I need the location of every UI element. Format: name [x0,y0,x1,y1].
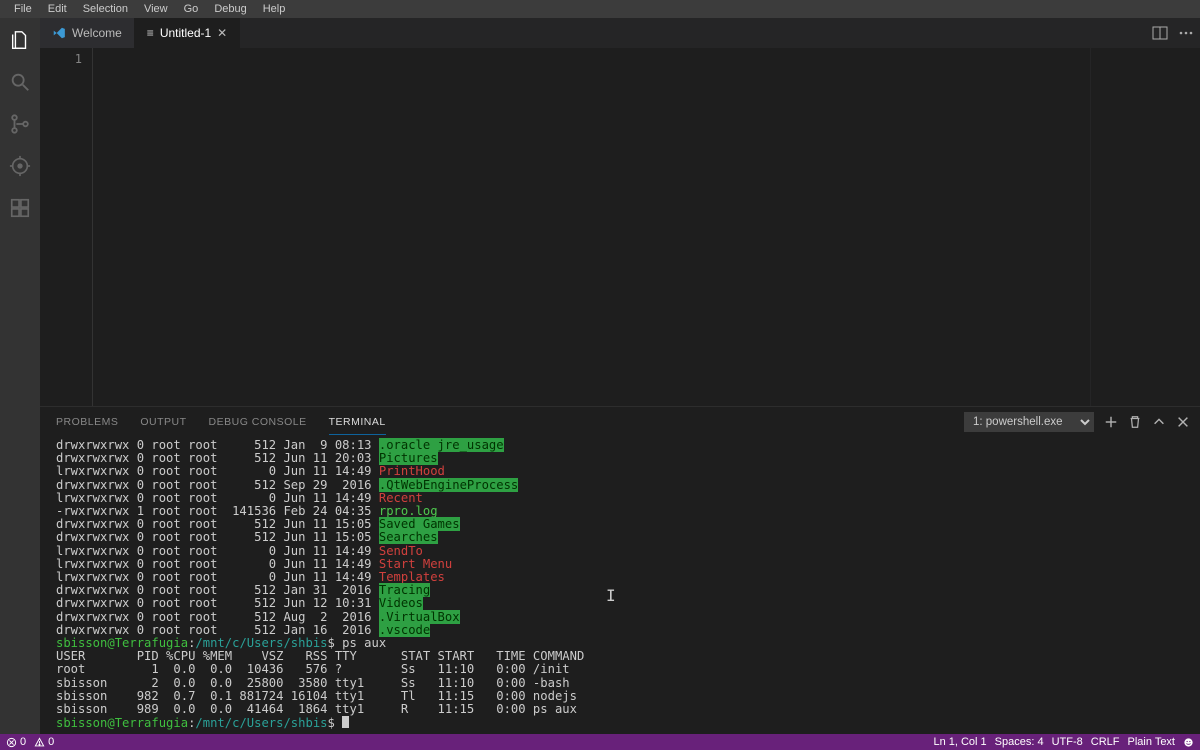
tab-welcome[interactable]: Welcome [40,18,135,48]
menu-selection[interactable]: Selection [75,1,136,17]
tab-bar: Welcome ≡ Untitled-1 ✕ [40,18,1200,48]
close-tab-icon[interactable]: ✕ [217,26,227,40]
close-panel-icon[interactable] [1176,415,1190,429]
tab-untitled-1[interactable]: ≡ Untitled-1 ✕ [135,18,240,48]
status-line-col[interactable]: Ln 1, Col 1 [933,736,986,748]
minimap[interactable] [1090,48,1200,406]
panel-tab-debug-console[interactable]: DEBUG CONSOLE [209,410,307,434]
editor-area[interactable]: 1 [40,48,1200,406]
status-warnings-count: 0 [48,736,54,748]
status-language[interactable]: Plain Text [1128,736,1176,748]
file-lines-icon: ≡ [147,26,154,40]
extensions-icon[interactable] [8,196,32,220]
status-encoding[interactable]: UTF-8 [1052,736,1083,748]
activity-bar [0,18,40,734]
new-terminal-icon[interactable] [1104,415,1118,429]
status-errors-count: 0 [20,736,26,748]
debug-icon[interactable] [8,154,32,178]
line-number-1: 1 [75,52,82,66]
status-eol[interactable]: CRLF [1091,736,1120,748]
terminal-selector[interactable]: 1: powershell.exe [964,412,1094,432]
text-cursor-icon: I [606,589,616,602]
status-spaces[interactable]: Spaces: 4 [995,736,1044,748]
panel-tab-terminal[interactable]: TERMINAL [329,410,386,435]
menu-debug[interactable]: Debug [206,1,254,17]
menu-file[interactable]: File [6,1,40,17]
split-editor-icon[interactable] [1152,25,1168,41]
tab-welcome-label: Welcome [72,26,122,40]
menu-bar: File Edit Selection View Go Debug Help [0,0,1200,18]
menu-view[interactable]: View [136,1,176,17]
panel-tab-problems[interactable]: PROBLEMS [56,410,118,434]
vs-logo-icon [52,26,66,40]
status-warnings[interactable]: 0 [34,736,54,748]
source-control-icon[interactable] [8,112,32,136]
files-icon[interactable] [8,28,32,52]
panel-tab-output[interactable]: OUTPUT [140,410,186,434]
tab-untitled-1-label: Untitled-1 [160,26,211,40]
line-gutter: 1 [40,48,92,406]
search-icon[interactable] [8,70,32,94]
status-feedback-icon[interactable] [1183,737,1194,748]
menu-go[interactable]: Go [176,1,207,17]
more-actions-icon[interactable] [1178,25,1194,41]
terminal-output[interactable]: drwxrwxrwx 0 root root 512 Jan 9 08:13 .… [40,437,1200,734]
menu-help[interactable]: Help [255,1,294,17]
status-errors[interactable]: 0 [6,736,26,748]
maximize-panel-icon[interactable] [1152,415,1166,429]
editor-body[interactable] [92,48,1090,406]
menu-edit[interactable]: Edit [40,1,75,17]
status-bar: 0 0 Ln 1, Col 1 Spaces: 4 UTF-8 CRLF Pla… [0,734,1200,750]
panel-tab-bar: PROBLEMS OUTPUT DEBUG CONSOLE TERMINAL 1… [40,407,1200,437]
panel: PROBLEMS OUTPUT DEBUG CONSOLE TERMINAL 1… [40,406,1200,734]
kill-terminal-icon[interactable] [1128,415,1142,429]
